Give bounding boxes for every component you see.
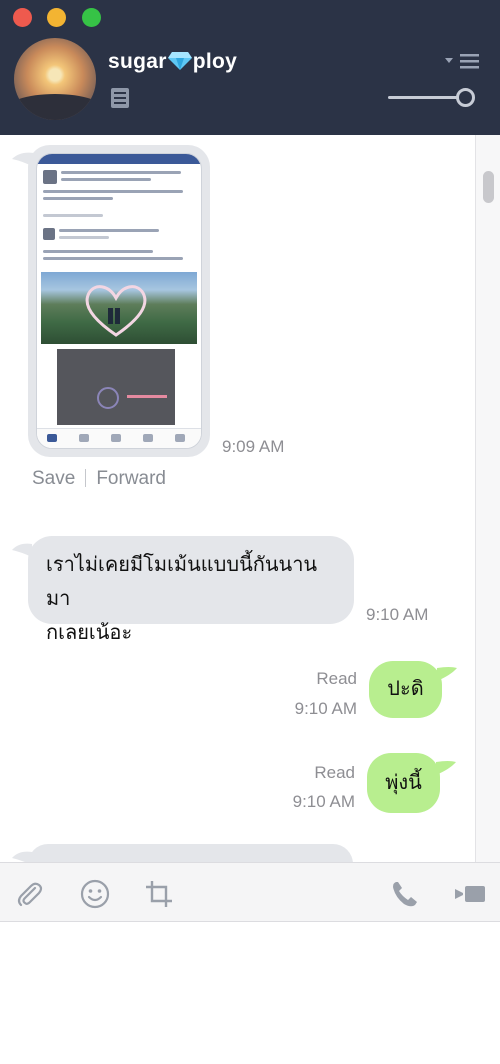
- message-timestamp: 9:09 AM: [222, 437, 285, 456]
- read-receipt: Read: [314, 763, 355, 782]
- smiley-icon[interactable]: [80, 879, 110, 909]
- forward-link[interactable]: Forward: [96, 468, 166, 489]
- video-icon[interactable]: [454, 879, 486, 909]
- contact-name-part1: sugar: [108, 50, 167, 73]
- image-message-bubble[interactable]: [28, 145, 210, 457]
- opacity-slider[interactable]: [388, 88, 478, 108]
- image-actions: Save Forward: [32, 468, 166, 490]
- message-list: 9:09 AM Save Forward เราไม่เคยมีโมเม้นแบบ…: [0, 135, 475, 862]
- message-text-line: กเลยเน้อะ: [46, 622, 133, 644]
- close-window-button[interactable]: [13, 8, 32, 27]
- zoom-window-button[interactable]: [82, 8, 101, 27]
- crop-icon[interactable]: [144, 879, 174, 909]
- message-text: พุ่งนี้: [385, 772, 422, 794]
- contact-name[interactable]: sugar ploy: [108, 50, 237, 74]
- dropdown-menu-icon[interactable]: [444, 53, 480, 69]
- input-toolbar: [0, 862, 500, 922]
- minimize-window-button[interactable]: [47, 8, 66, 27]
- save-link[interactable]: Save: [32, 468, 75, 489]
- shared-image[interactable]: [36, 153, 202, 449]
- message-timestamp: 9:10 AM: [292, 792, 355, 811]
- contact-avatar[interactable]: [14, 38, 96, 120]
- chat-header: sugar ploy: [0, 0, 500, 135]
- incoming-message-bubble-partial[interactable]: [28, 844, 353, 862]
- chat-scrollbar[interactable]: [475, 135, 500, 862]
- incoming-message-bubble[interactable]: เราไม่เคยมีโมเม้นแบบนี้กันนานมา กเลยเน้อ…: [28, 536, 354, 644]
- outgoing-message-bubble[interactable]: ปะดิ: [369, 661, 442, 718]
- slider-knob[interactable]: [456, 88, 475, 107]
- phone-icon[interactable]: [390, 879, 420, 909]
- paperclip-icon[interactable]: [14, 879, 44, 909]
- read-receipt: Read: [316, 669, 357, 688]
- bubble-tail: [436, 761, 456, 775]
- scrollbar-thumb[interactable]: [483, 171, 494, 203]
- contact-name-part2: ploy: [192, 50, 238, 73]
- note-icon[interactable]: [110, 87, 130, 109]
- message-text-line: เราไม่เคยมีโมเม้นแบบนี้กันนานมา: [46, 554, 318, 610]
- message-timestamp: 9:10 AM: [366, 605, 429, 624]
- bubble-tail: [437, 667, 457, 681]
- message-input[interactable]: [0, 922, 500, 1064]
- message-text: ปะดิ: [387, 678, 424, 700]
- message-timestamp: 9:10 AM: [294, 699, 357, 718]
- diamond-icon: [167, 52, 192, 70]
- outgoing-message-bubble[interactable]: พุ่งนี้: [367, 753, 440, 813]
